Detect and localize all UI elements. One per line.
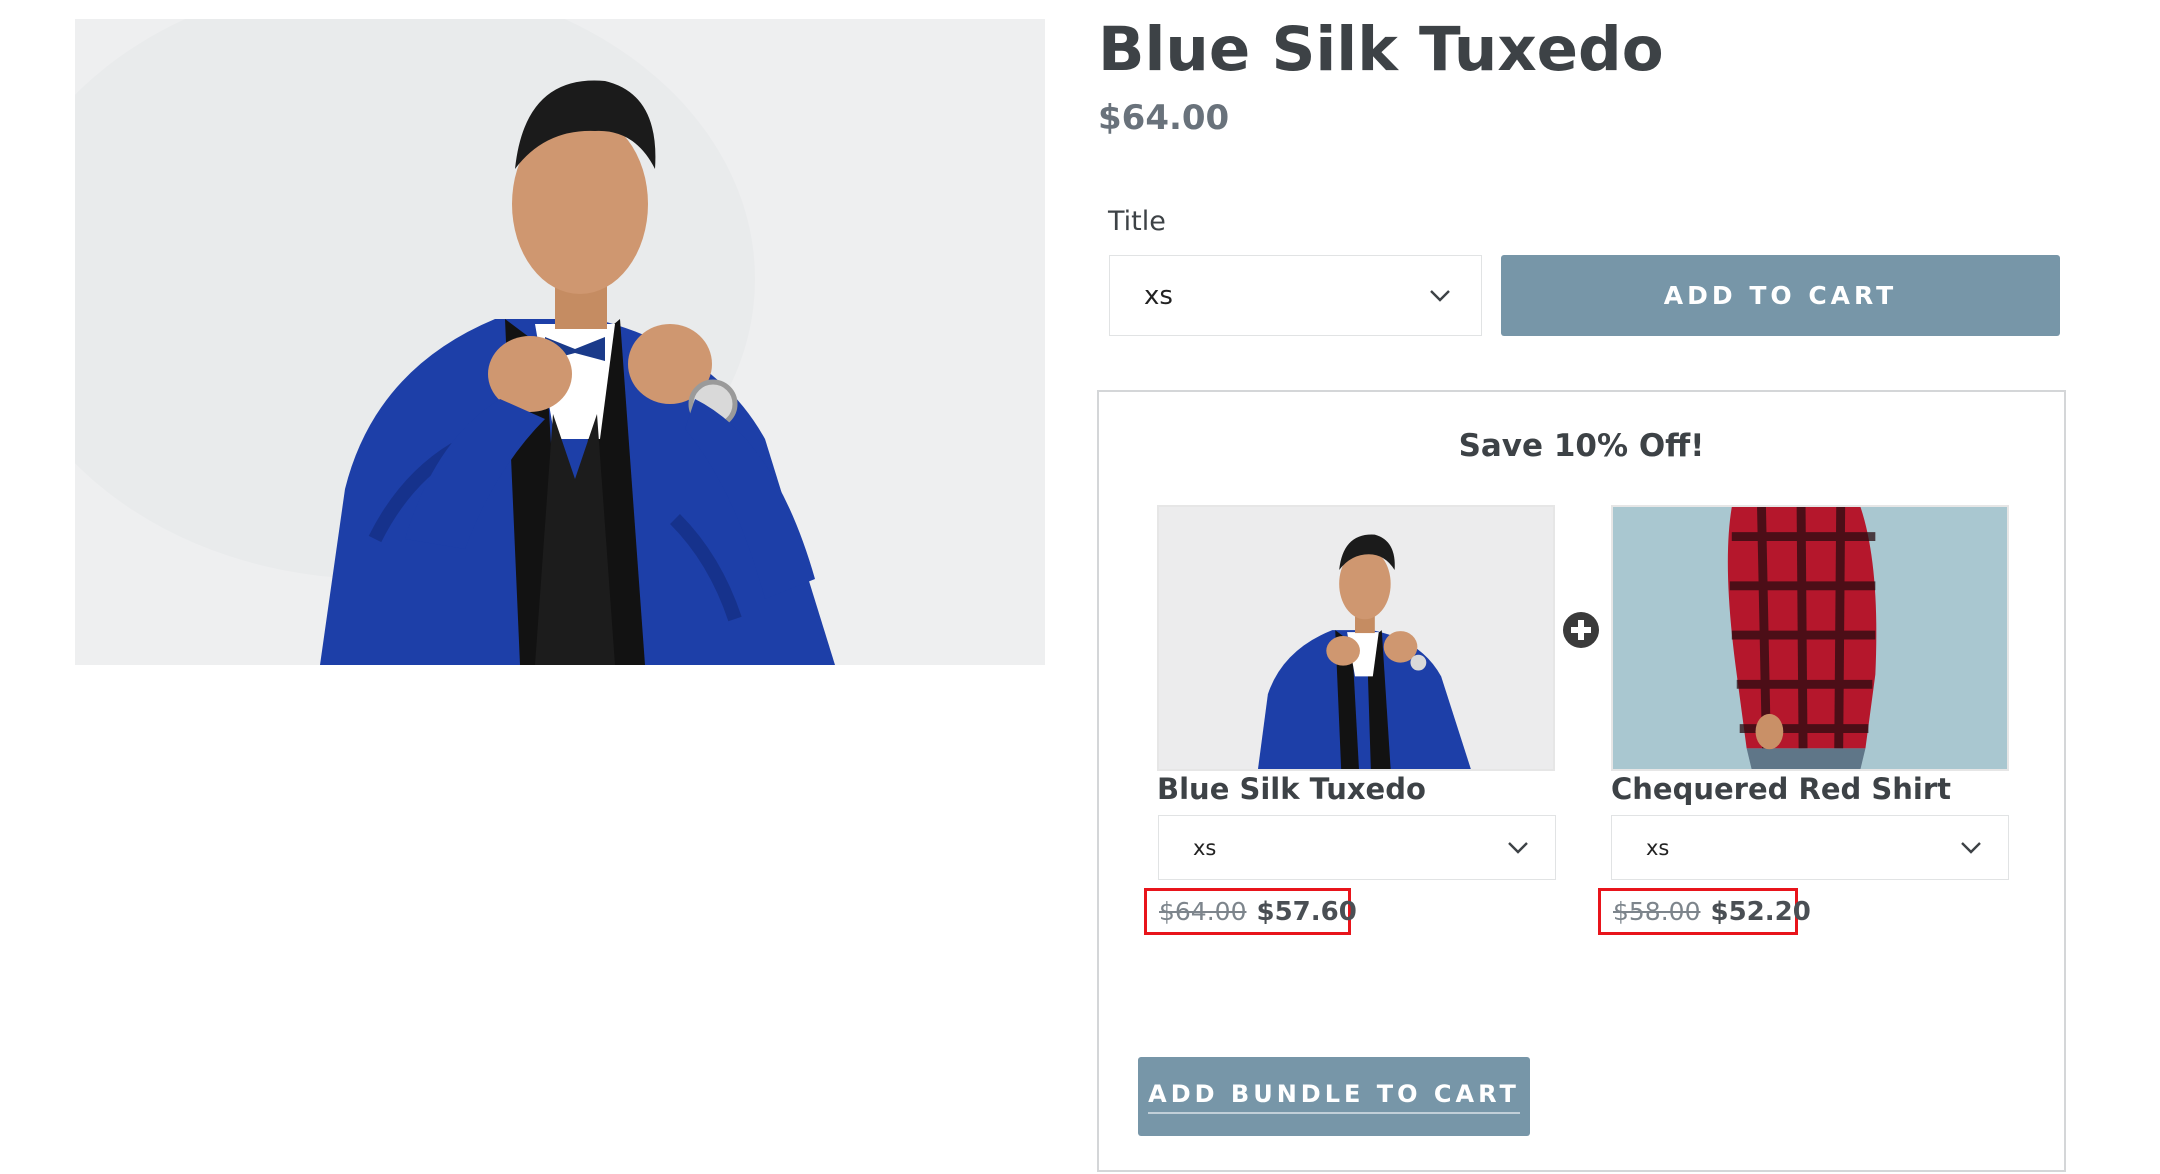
- bundle-item-price: $64.00 $57.60: [1144, 888, 1357, 935]
- bundle-item-name: Chequered Red Shirt: [1611, 772, 1951, 806]
- add-to-cart-label: ADD TO CART: [1663, 281, 1898, 310]
- bundle-item-image[interactable]: [1611, 505, 2009, 771]
- option-label: Title: [1108, 206, 1166, 237]
- bundle-item-image[interactable]: [1157, 505, 1555, 771]
- product-main-image[interactable]: [75, 19, 1045, 665]
- product-title: Blue Silk Tuxedo: [1098, 14, 1664, 85]
- bundle-item-size-select[interactable]: xs: [1611, 815, 2009, 880]
- bundle-heading: Save 10% Off!: [1458, 428, 1705, 464]
- thumb-tuxedo-illustration: [1159, 507, 1553, 769]
- size-select[interactable]: xs: [1109, 255, 1482, 336]
- add-to-cart-button[interactable]: ADD TO CART: [1501, 255, 2060, 336]
- size-select-value: xs: [1646, 835, 1670, 860]
- chevron-down-icon: [1508, 841, 1528, 854]
- plus-circle-icon: [1562, 611, 1600, 649]
- tuxedo-man-illustration: [75, 19, 1045, 665]
- add-bundle-to-cart-button[interactable]: ADD BUNDLE TO CART: [1138, 1057, 1530, 1136]
- original-price: $58.00: [1613, 897, 1701, 926]
- chevron-down-icon: [1430, 289, 1450, 302]
- bundle-item-name: Blue Silk Tuxedo: [1157, 772, 1426, 806]
- size-select-value: xs: [1144, 280, 1173, 311]
- sale-price: $52.20: [1710, 896, 1811, 927]
- size-select-value: xs: [1193, 835, 1217, 860]
- thumb-red-shirt-illustration: [1613, 507, 2007, 769]
- add-bundle-to-cart-label: ADD BUNDLE TO CART: [1148, 1080, 1520, 1114]
- sale-price: $57.60: [1256, 896, 1357, 927]
- product-price: $64.00: [1098, 98, 1230, 138]
- chevron-down-icon: [1961, 841, 1981, 854]
- original-price: $64.00: [1159, 897, 1247, 926]
- bundle-item-price: $58.00 $52.20: [1598, 888, 1811, 935]
- bundle-item-size-select[interactable]: xs: [1158, 815, 1556, 880]
